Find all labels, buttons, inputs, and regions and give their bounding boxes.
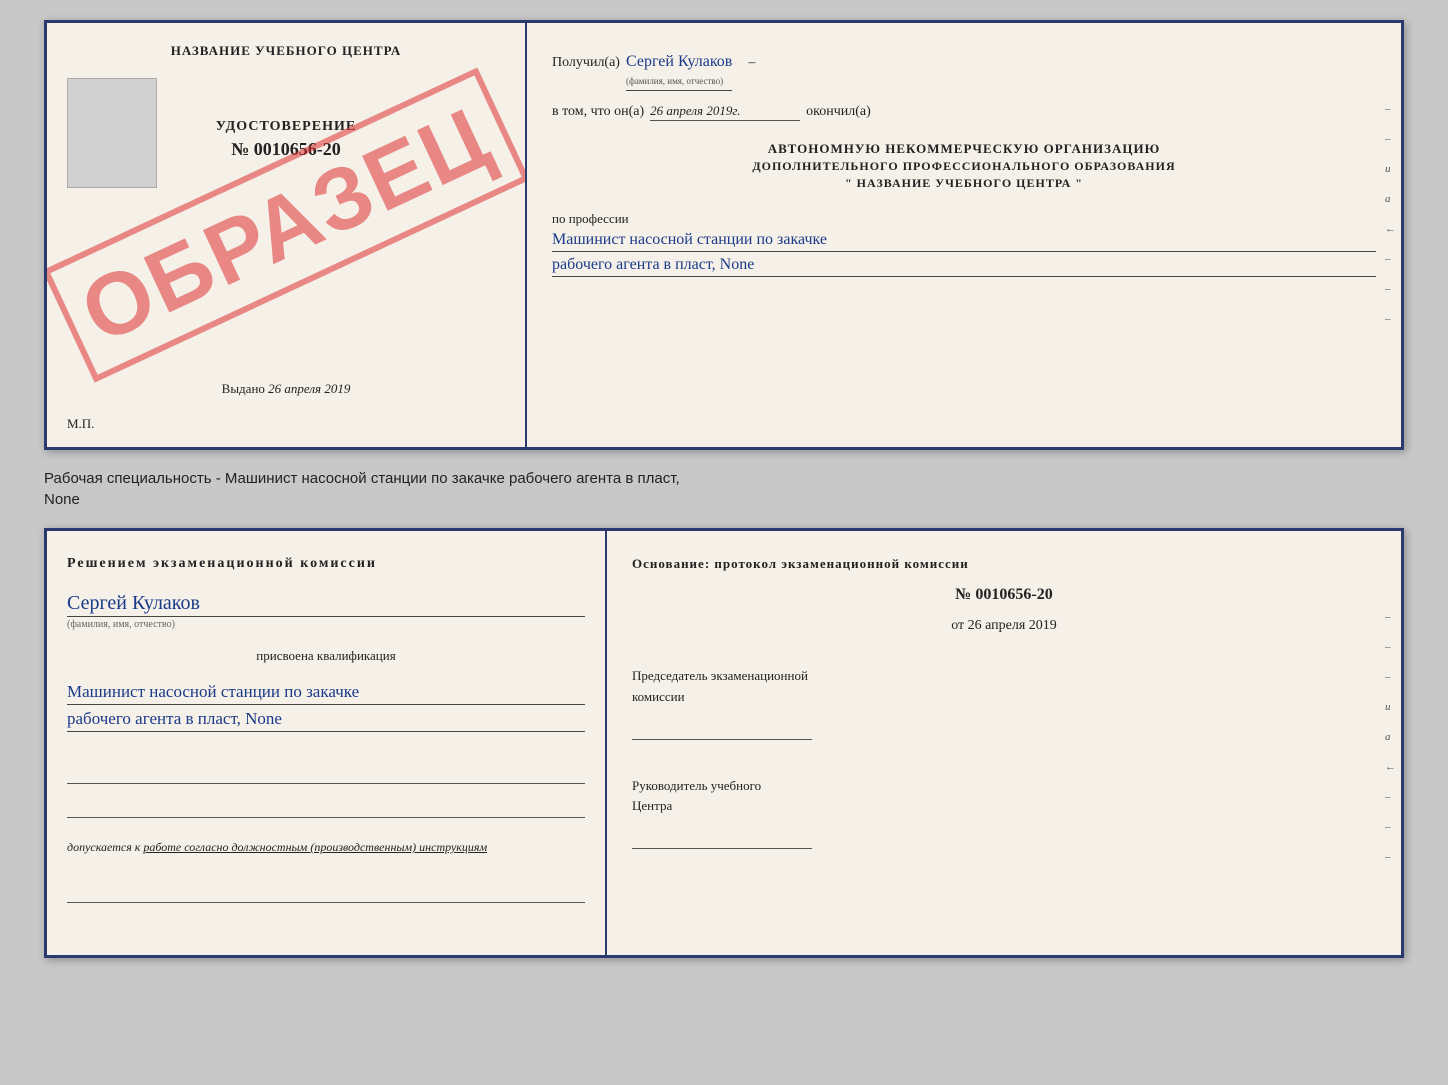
rukovoditel-sig-line	[632, 825, 812, 849]
caption-text1: Рабочая специальность - Машинист насосно…	[44, 468, 1404, 489]
vydano-date: 26 апреля 2019	[268, 381, 350, 396]
bottom-document: Решением экзаменационной комиссии Сергей…	[44, 528, 1404, 958]
osnovaniye-label: Основание: протокол экзаменационной коми…	[632, 556, 1376, 572]
poluchil-line: Получил(а) Сергей Кулаков (фамилия, имя,…	[552, 53, 1376, 91]
qualification-line1: Машинист насосной станции по закачке	[67, 682, 585, 705]
person-hint: (фамилия, имя, отчество)	[67, 619, 585, 630]
udostoverenie-block: УДОСТОВЕРЕНИЕ № 0010656-20	[216, 119, 356, 160]
vydano-line: Выдано 26 апреля 2019	[47, 381, 525, 397]
photo-placeholder	[67, 78, 157, 188]
top-doc-right: Получил(а) Сергей Кулаков (фамилия, имя,…	[527, 23, 1401, 447]
org-title2: ДОПОЛНИТЕЛЬНОГО ПРОФЕССИОНАЛЬНОГО ОБРАЗО…	[552, 159, 1376, 174]
sig-line-1	[67, 760, 585, 784]
udostoverenie-num: № 0010656-20	[216, 139, 356, 160]
person-name: Сергей Кулаков	[67, 592, 585, 617]
ot-label: от	[951, 618, 964, 633]
chairman-label2: комиссии	[632, 687, 1376, 708]
sig-line-3	[67, 879, 585, 903]
profession-line1: Машинист насосной станции по закачке	[552, 231, 1376, 252]
person-block: Сергей Кулаков (фамилия, имя, отчество)	[67, 592, 585, 630]
po-professii-label: по профессии	[552, 211, 629, 226]
ot-date: от 26 апреля 2019	[632, 618, 1376, 634]
profession-line2: рабочего агента в пласт, None	[552, 256, 1376, 277]
protocol-num: № 0010656-20	[632, 586, 1376, 604]
caption: Рабочая специальность - Машинист насосно…	[44, 468, 1404, 510]
rukovoditel-block: Руководитель учебного Центра	[632, 776, 1376, 850]
vtom-line: в том, что он(а) 26 апреля 2019г. окончи…	[552, 103, 1376, 121]
qualification-line2: рабочего агента в пласт, None	[67, 709, 585, 732]
udostoverenie-label: УДОСТОВЕРЕНИЕ	[216, 119, 356, 135]
prisvoena-label: присвоена квалификация	[67, 648, 585, 664]
bottom-doc-left: Решением экзаменационной комиссии Сергей…	[47, 531, 607, 955]
ot-date-value: 26 апреля 2019	[968, 618, 1057, 633]
recipient-name: Сергей Кулаков (фамилия, имя, отчество)	[626, 53, 732, 91]
empty-lines	[67, 752, 585, 818]
chairman-sig-line	[632, 716, 812, 740]
vtom-label: в том, что он(а)	[552, 104, 644, 120]
chairman-block: Председатель экзаменационной комиссии	[632, 666, 1376, 740]
dopuskaetsya-value: работе согласно должностным (производств…	[143, 840, 487, 854]
org-title1: АВТОНОМНУЮ НЕКОММЕРЧЕСКУЮ ОРГАНИЗАЦИЮ	[552, 141, 1376, 157]
sig-line-2	[67, 794, 585, 818]
side-marks: – – и а ← – – –	[1385, 103, 1396, 325]
org-name: " НАЗВАНИЕ УЧЕБНОГО ЦЕНТРА "	[552, 176, 1376, 191]
mp-label: М.П.	[67, 416, 94, 432]
date-value: 26 апреля 2019г.	[650, 103, 800, 121]
rukovoditel-label1: Руководитель учебного	[632, 776, 1376, 797]
recipient-hint: (фамилия, имя, отчество)	[626, 76, 723, 86]
rukovoditel-label2: Центра	[632, 796, 1376, 817]
caption-text2: None	[44, 489, 1404, 510]
chairman-label1: Председатель экзаменационной	[632, 666, 1376, 687]
vydano-label: Выдано	[222, 381, 265, 396]
side-marks-bottom: – – – и а ← – – –	[1385, 611, 1396, 863]
top-document: НАЗВАНИЕ УЧЕБНОГО ЦЕНТРА ОБРАЗЕЦ УДОСТОВ…	[44, 20, 1404, 450]
komissia-title: Решением экзаменационной комиссии	[67, 556, 585, 572]
dopuskaetsya-label: допускается к	[67, 840, 140, 854]
dopuskaetsya-block: допускается к работе согласно должностны…	[67, 840, 585, 855]
top-left-center-title: НАЗВАНИЕ УЧЕБНОГО ЦЕНТРА	[171, 43, 402, 59]
poluchil-label: Получил(а)	[552, 55, 620, 71]
qualification-block: Машинист насосной станции по закачке раб…	[67, 678, 585, 732]
okonchil-label: окончил(а)	[806, 104, 871, 120]
bottom-doc-right: Основание: протокол экзаменационной коми…	[607, 531, 1401, 955]
top-doc-left: НАЗВАНИЕ УЧЕБНОГО ЦЕНТРА ОБРАЗЕЦ УДОСТОВ…	[47, 23, 527, 447]
po-professii: по профессии Машинист насосной станции п…	[552, 211, 1376, 277]
